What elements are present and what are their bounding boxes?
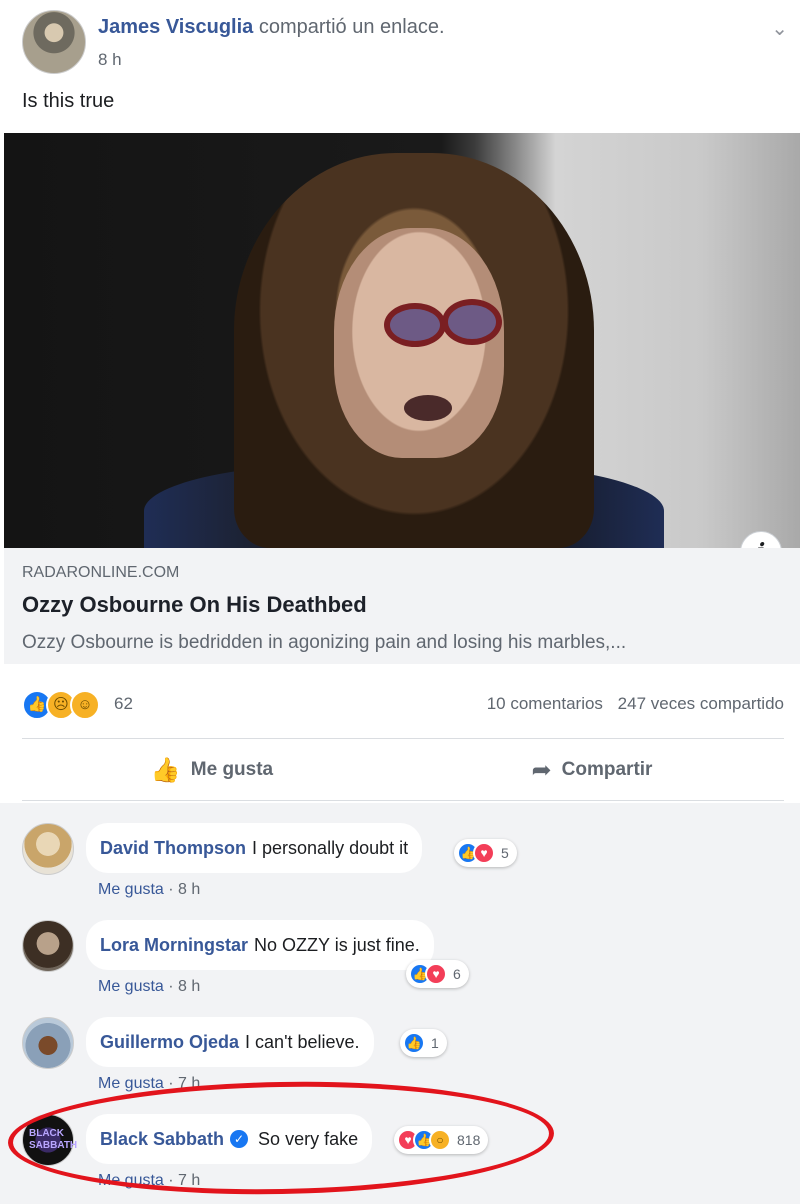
comment-item: David Thompson I personally doubt it 👍 ♥… (22, 813, 782, 905)
comment-like-link[interactable]: Me gusta (98, 978, 164, 995)
comment-time[interactable]: 8 h (178, 881, 200, 898)
author-avatar[interactable] (22, 10, 86, 74)
share-button-label: Compartir (561, 759, 653, 780)
share-count-link[interactable]: 247 veces compartido (618, 694, 784, 713)
image-figure-glasses-left (384, 303, 446, 347)
comment-meta: Me gusta · 8 h (98, 978, 200, 996)
post-options-chevron-icon[interactable]: ⌄ (771, 16, 788, 41)
share-button[interactable]: ➦ Compartir (442, 742, 742, 798)
like-reaction-icon: 👍 (403, 1032, 425, 1054)
stats-right: 10 comentarios 247 veces compartido (487, 694, 784, 714)
link-description: Ozzy Osbourne is bedridden in agonizing … (22, 632, 627, 653)
image-figure-glasses-right (442, 299, 502, 345)
love-reaction-icon: ♥ (473, 842, 495, 864)
comment-bubble: Guillermo Ojeda I can't believe. (86, 1017, 374, 1067)
post-actions: 👍 Me gusta ➦ Compartir (22, 742, 784, 798)
comment-item: Lora Morningstar No OZZY is just fine. 👍… (22, 910, 782, 1002)
comment-meta: Me gusta · 8 h (98, 881, 200, 899)
image-figure-mouth (404, 395, 452, 421)
post-action-text: compartió un enlace. (258, 16, 445, 38)
comment-reaction-count: 5 (501, 845, 509, 861)
commenter-name[interactable]: Guillermo Ojeda (100, 1032, 239, 1053)
comment-count-link[interactable]: 10 comentarios (487, 694, 603, 713)
comment-reaction-count: 1 (431, 1035, 439, 1051)
reaction-count[interactable]: 62 (114, 694, 133, 714)
divider (22, 738, 784, 739)
like-button-label: Me gusta (190, 759, 274, 780)
comment-reactions[interactable]: 👍 ♥ 6 (406, 960, 469, 988)
comment-text: I can't believe. (245, 1031, 360, 1052)
link-preview-meta[interactable]: RADARONLINE.COM Ozzy Osbourne On His Dea… (4, 548, 800, 664)
haha-reaction-icon: ☺ (70, 690, 100, 720)
post-text: Is this true (22, 90, 115, 112)
commenter-avatar[interactable] (22, 1017, 74, 1069)
share-arrow-icon: ➦ (531, 756, 552, 784)
like-button[interactable]: 👍 Me gusta (62, 742, 362, 798)
meta-separator: · (168, 881, 179, 898)
comment-time[interactable]: 8 h (178, 978, 200, 995)
comment-reaction-count: 6 (453, 966, 461, 982)
author-name-link[interactable]: James Viscuglia (98, 16, 253, 38)
link-preview-image[interactable]: i (4, 133, 800, 548)
link-domain: RADARONLINE.COM (22, 564, 180, 581)
post-timestamp[interactable]: 8 h (98, 50, 122, 70)
comment-like-link[interactable]: Me gusta (98, 881, 164, 898)
divider (22, 800, 784, 801)
comment-text: I personally doubt it (252, 837, 409, 858)
link-title[interactable]: Ozzy Osbourne On His Deathbed (22, 592, 367, 618)
author-line: James Viscuglia compartió un enlace. (98, 16, 445, 39)
commenter-avatar[interactable] (22, 823, 74, 875)
post-header: James Viscuglia compartió un enlace. 8 h… (22, 10, 792, 80)
commenter-name[interactable]: Lora Morningstar (100, 935, 248, 956)
thumbs-up-icon: 👍 (150, 756, 181, 784)
comment-bubble: Lora Morningstar No OZZY is just fine. (86, 920, 434, 970)
commenter-name[interactable]: David Thompson (100, 838, 246, 859)
comment-reactions[interactable]: 👍 1 (400, 1029, 447, 1057)
commenter-avatar[interactable] (22, 920, 74, 972)
love-reaction-icon: ♥ (425, 963, 447, 985)
comment-bubble: David Thompson I personally doubt it (86, 823, 423, 873)
comment-reactions[interactable]: 👍 ♥ 5 (454, 839, 517, 867)
post-stats: 👍 ☹ ☺ 62 10 comentarios 247 veces compar… (22, 688, 784, 722)
comment-text: No OZZY is just fine. (254, 934, 420, 955)
meta-separator: · (168, 978, 179, 995)
